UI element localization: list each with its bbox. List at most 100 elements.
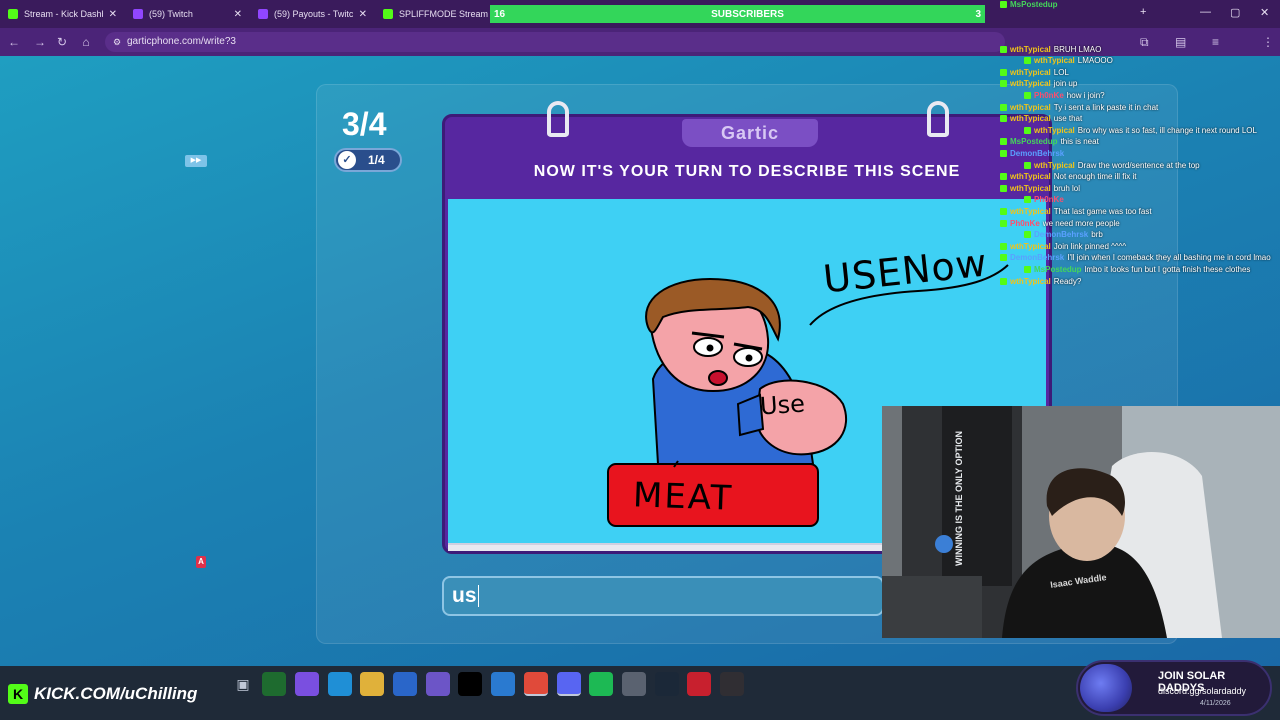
chat-text: Join link pinned ^^^^ [1053, 241, 1127, 251]
chat-text: LMAOOO [1077, 56, 1113, 66]
chat-message: wthTypical use that [1000, 114, 1082, 123]
chat-message: MsPostedup [1000, 0, 1061, 9]
chat-username[interactable]: Ph0nKe [1010, 219, 1040, 228]
chat-message: wthTypical bruh lol [1000, 184, 1080, 193]
chat-username[interactable]: wthTypical [1034, 126, 1075, 135]
chat-username[interactable]: wthTypical [1010, 79, 1051, 88]
chat-message: wthTypical That last game was too fast [1000, 207, 1152, 216]
chat-message: Ph0nKe we need more people [1000, 219, 1120, 228]
chat-username[interactable]: MsPostedup [1010, 0, 1058, 9]
chat-message: wthTypical join up [1000, 79, 1077, 88]
chat-text: Ready? [1053, 276, 1082, 286]
kick-badge-icon [1000, 254, 1007, 262]
chat-text: use that [1053, 114, 1083, 124]
forward-icon[interactable]: → [32, 35, 48, 49]
chat-text: That last game was too fast [1053, 207, 1152, 216]
twitch-icon [258, 9, 268, 19]
chat-username[interactable]: MsPostedup [1034, 265, 1082, 274]
url-field[interactable]: ⚙ garticphone.com/write?3 [105, 32, 1005, 52]
browser-tab[interactable]: Stream - Kick Dashbo ✕ [0, 0, 125, 28]
kick-badge-icon [1000, 277, 1007, 285]
chat-username[interactable]: wthTypical [1034, 56, 1075, 65]
chat-username[interactable]: MsPostedup [1010, 137, 1058, 146]
subscribers-goal-count: 3 [975, 8, 981, 20]
edge-icon[interactable] [328, 672, 352, 696]
chat-message: wthTypical Draw the word/sentence at the … [1024, 161, 1200, 170]
chat-username[interactable]: wthTypical [1010, 207, 1051, 216]
app-icon[interactable] [426, 672, 450, 696]
tab-title: SPLIFFMODE Stream [399, 9, 489, 19]
chat-username[interactable]: DemonBehrsk [1010, 149, 1064, 158]
webcam-image [882, 406, 1280, 638]
app-red-icon[interactable] [687, 672, 711, 696]
kick-badge-icon [1000, 138, 1007, 146]
chat-text: Bro why was it so fast, ill change it ne… [1077, 125, 1257, 135]
drawing-text-meat: MEAT [632, 475, 734, 519]
chat-message: wthTypical Ready? [1000, 277, 1081, 286]
mail-icon[interactable] [491, 672, 515, 696]
discord-promo: JOIN SOLAR DADDYS discord.gg/solardaddy [1076, 660, 1272, 716]
steam-icon[interactable] [655, 672, 679, 696]
chat-username[interactable]: DemonBehrsk [1034, 230, 1088, 239]
chat-message: DemonBehrsk brb [1024, 230, 1103, 239]
settings-icon[interactable] [622, 672, 646, 696]
url-text: garticphone.com/write?3 [127, 36, 236, 47]
chat-text: lmbo it looks fun but I gotta finish the… [1084, 265, 1251, 274]
task-view-icon[interactable]: ▣ [231, 672, 255, 696]
close-icon[interactable]: ✕ [359, 9, 367, 20]
browser-tab[interactable]: (59) Twitch ✕ [125, 0, 250, 28]
chat-username[interactable]: Ph0nKe [1034, 195, 1064, 204]
chrome-icon[interactable] [524, 672, 548, 696]
chat-text: LOL [1053, 67, 1069, 77]
nvidia-icon[interactable] [262, 672, 286, 696]
kick-badge-icon [1000, 68, 1007, 76]
reload-icon[interactable]: ↻ [54, 35, 70, 49]
chat-text: this is neat [1060, 137, 1099, 147]
back-icon[interactable]: ← [6, 35, 22, 49]
chat-text: how i join? [1066, 91, 1105, 100]
description-input[interactable]: us [442, 576, 884, 616]
discord-icon[interactable] [557, 672, 581, 696]
chat-username[interactable]: wthTypical [1010, 277, 1051, 286]
spotify-icon[interactable] [589, 672, 613, 696]
kick-channel-label: K KICK.COM/uChilling [8, 684, 197, 704]
chat-message: Ph0nKe [1024, 195, 1067, 204]
chat-message: MsPostedup this is neat [1000, 137, 1099, 146]
chat-username[interactable]: wthTypical [1010, 242, 1051, 251]
twitch-icon [133, 9, 143, 19]
tab-title: (59) Payouts - Twitch [274, 9, 353, 19]
browser-tab[interactable]: SPLIFFMODE Stream [375, 0, 500, 28]
tiktok-icon[interactable] [458, 672, 482, 696]
close-icon[interactable]: ✕ [109, 9, 117, 20]
kick-icon [8, 9, 18, 19]
kick-badge-icon [1000, 242, 1007, 250]
chat-text: BRUH LMAO [1053, 44, 1102, 54]
close-icon[interactable]: ✕ [234, 9, 242, 20]
chat-username[interactable]: wthTypical [1010, 172, 1051, 181]
obs-icon[interactable] [720, 672, 744, 696]
a-badge: A [196, 556, 206, 568]
subscribers-banner: 16 SUBSCRIBERS 3 [490, 5, 985, 23]
kick-logo-icon: K [8, 684, 28, 704]
binder-ring [927, 101, 949, 137]
chat-username[interactable]: Ph0nKe [1034, 91, 1064, 100]
home-icon[interactable]: ⌂ [78, 35, 94, 49]
store-icon[interactable] [393, 672, 417, 696]
tab-title: (59) Twitch [149, 9, 193, 19]
chat-username[interactable]: DemonBehrsk [1010, 253, 1064, 262]
kick-badge-icon [1000, 173, 1007, 181]
chat-username[interactable]: wthTypical [1010, 114, 1051, 123]
chat-username[interactable]: wthTypical [1034, 161, 1075, 170]
chat-username[interactable]: wthTypical [1010, 45, 1051, 54]
kick-badge-icon [1000, 115, 1007, 123]
site-info-icon[interactable]: ⚙ [113, 32, 121, 52]
discord-icon [1080, 664, 1132, 712]
chat-username[interactable]: wthTypical [1010, 68, 1051, 77]
browser-tab[interactable]: (59) Payouts - Twitch ✕ [250, 0, 375, 28]
binder-ring [547, 101, 569, 137]
chat-username[interactable]: wthTypical [1010, 184, 1051, 193]
chat-username[interactable]: wthTypical [1010, 103, 1051, 112]
copilot-icon[interactable] [295, 672, 319, 696]
file-explorer-icon[interactable] [360, 672, 384, 696]
description-input-value: us [452, 584, 477, 607]
